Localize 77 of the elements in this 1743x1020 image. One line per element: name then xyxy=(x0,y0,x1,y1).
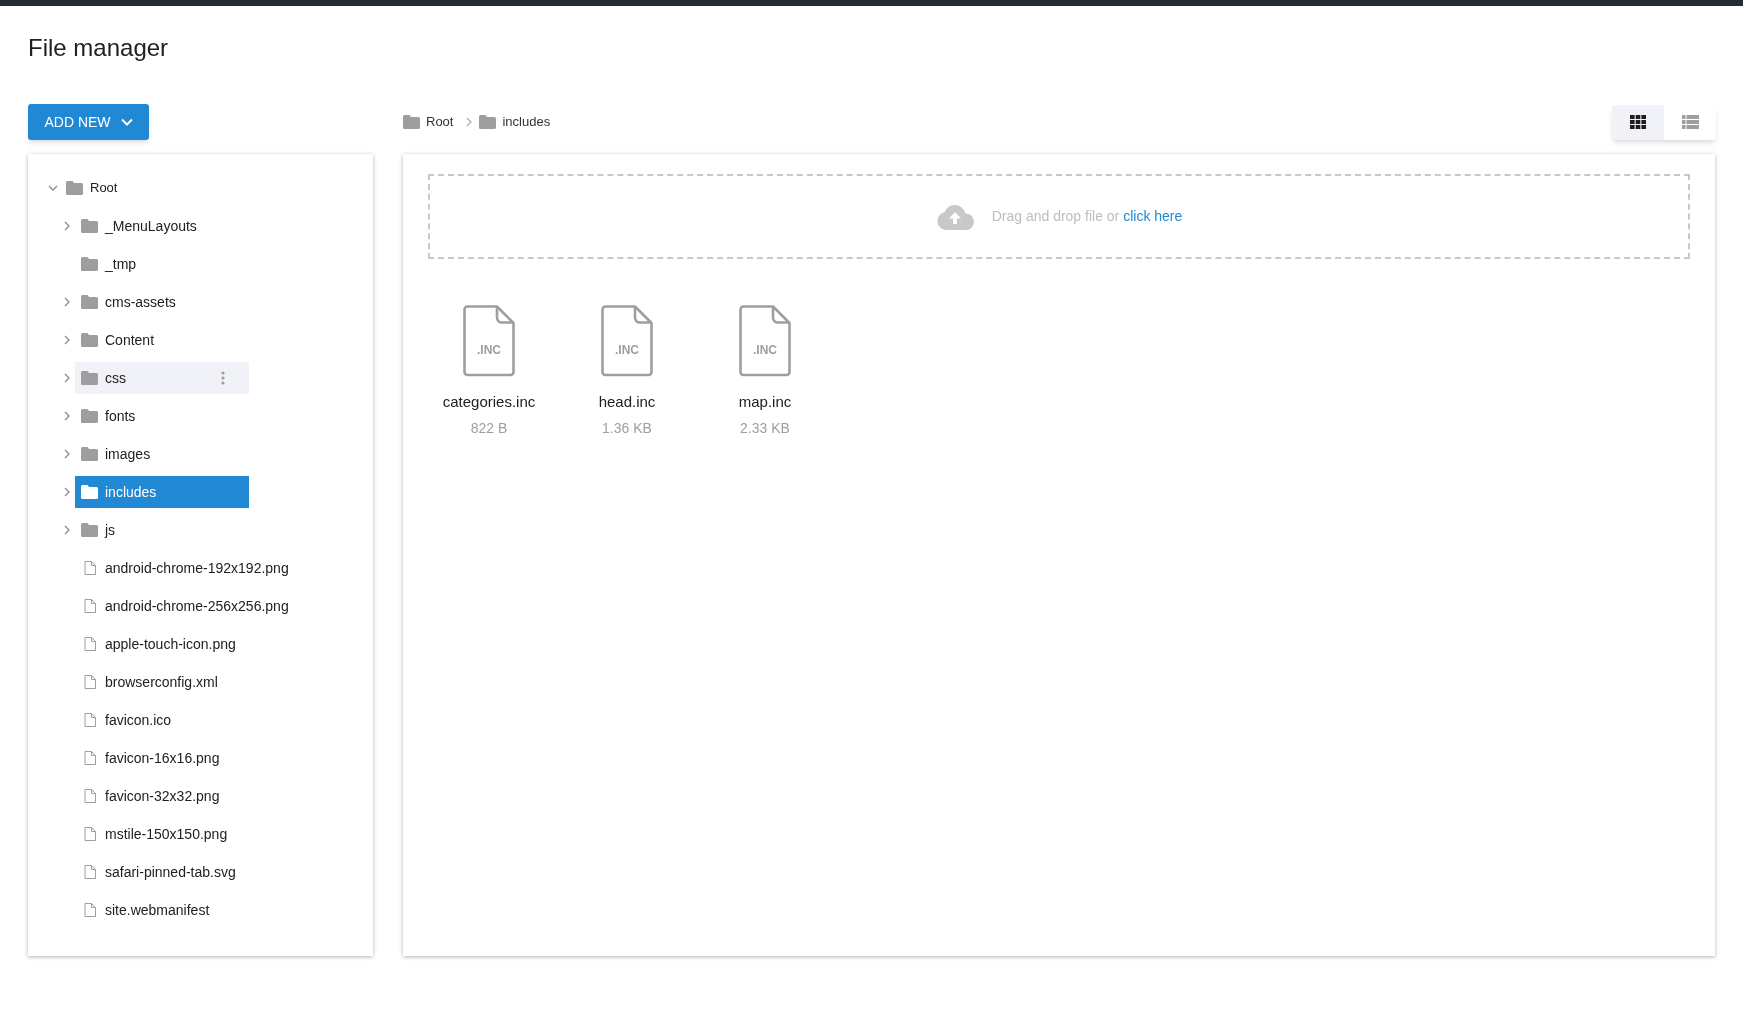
folder-item[interactable]: _tmp xyxy=(75,248,249,280)
folder-icon xyxy=(81,219,98,233)
folder-icon xyxy=(81,333,98,347)
file-icon xyxy=(84,751,96,765)
folder-item[interactable]: css xyxy=(75,362,249,394)
file-extension-label: .INC xyxy=(753,342,777,359)
file-icon xyxy=(84,827,96,841)
folder-icon xyxy=(403,115,420,129)
grid-icon xyxy=(1630,115,1646,129)
file-icon[interactable] xyxy=(601,305,653,377)
more-icon[interactable] xyxy=(221,371,225,385)
file-name[interactable]: map.inc xyxy=(738,391,792,414)
caret-down-icon xyxy=(120,118,133,126)
file-extension-label: .INC xyxy=(477,342,501,359)
folder-item[interactable]: includes xyxy=(75,476,249,508)
breadcrumb-link[interactable]: Root xyxy=(426,112,454,132)
chevron-right-icon xyxy=(465,117,474,127)
file-icon xyxy=(84,675,96,689)
folder-item[interactable]: cms-assets xyxy=(75,286,249,318)
breadcrumb-link[interactable]: includes xyxy=(502,112,551,132)
dropzone[interactable]: Drag and drop file or click here xyxy=(428,174,1690,259)
file-extension-label: .INC xyxy=(615,342,639,359)
click-here-link[interactable]: click here xyxy=(1123,208,1183,224)
file-icon xyxy=(84,713,96,727)
file-item[interactable]: browserconfig.xml xyxy=(75,666,249,698)
chevron-down-icon[interactable] xyxy=(48,183,58,193)
file-icon xyxy=(84,637,96,651)
file-size: 822 B xyxy=(470,418,508,438)
file-item[interactable]: favicon-16x16.png xyxy=(75,742,249,774)
folder-icon xyxy=(81,257,98,271)
folder-icon xyxy=(81,485,98,499)
folder-item[interactable]: images xyxy=(75,438,249,470)
cloud-upload-icon xyxy=(935,203,974,230)
chevron-right-icon[interactable] xyxy=(62,525,72,535)
file-name[interactable]: categories.inc xyxy=(442,391,536,414)
folder-item[interactable]: Content xyxy=(75,324,249,356)
file-icon xyxy=(84,865,96,879)
file-icon[interactable] xyxy=(463,305,515,377)
file-icon xyxy=(84,903,96,917)
folder-icon xyxy=(66,181,83,195)
page-title: File manager xyxy=(28,33,169,63)
folder-item[interactable]: js xyxy=(75,514,249,546)
list-icon xyxy=(1681,115,1699,129)
folder-item[interactable]: fonts xyxy=(75,400,249,432)
chevron-right-icon[interactable] xyxy=(62,411,72,421)
file-item[interactable]: favicon-32x32.png xyxy=(75,780,249,812)
file-item[interactable]: android-chrome-256x256.png xyxy=(75,590,293,622)
file-item[interactable]: apple-touch-icon.png xyxy=(75,628,249,660)
tree-item[interactable]: Root xyxy=(90,178,118,198)
file-icon[interactable] xyxy=(739,305,791,377)
file-icon xyxy=(84,561,96,575)
folder-icon xyxy=(81,295,98,309)
chevron-right-icon[interactable] xyxy=(62,449,72,459)
chevron-right-icon[interactable] xyxy=(62,373,72,383)
file-icon xyxy=(84,789,96,803)
chevron-right-icon[interactable] xyxy=(62,487,72,497)
file-item[interactable]: favicon.ico xyxy=(75,704,249,736)
file-item[interactable]: android-chrome-192x192.png xyxy=(75,552,293,584)
file-size: 1.36 KB xyxy=(602,418,652,438)
file-item[interactable]: mstile-150x150.png xyxy=(75,818,249,850)
folder-icon xyxy=(81,371,98,385)
dropzone-text: Drag and drop file or click here xyxy=(991,207,1183,226)
grid-view-button[interactable] xyxy=(1612,104,1664,140)
file-size: 2.33 KB xyxy=(740,418,790,438)
folder-icon xyxy=(81,409,98,423)
chevron-right-icon[interactable] xyxy=(62,297,72,307)
file-item[interactable]: site.webmanifest xyxy=(75,894,249,926)
file-icon xyxy=(84,599,96,613)
folder-icon xyxy=(81,523,98,537)
add-new-button[interactable]: ADD NEW xyxy=(28,104,149,140)
file-name[interactable]: head.inc xyxy=(598,391,656,414)
folder-icon xyxy=(81,447,98,461)
chevron-right-icon[interactable] xyxy=(62,335,72,345)
file-item[interactable]: safari-pinned-tab.svg xyxy=(75,856,249,888)
folder-icon xyxy=(479,115,497,129)
chevron-right-icon[interactable] xyxy=(62,221,72,231)
folder-item[interactable]: _MenuLayouts xyxy=(75,210,249,242)
